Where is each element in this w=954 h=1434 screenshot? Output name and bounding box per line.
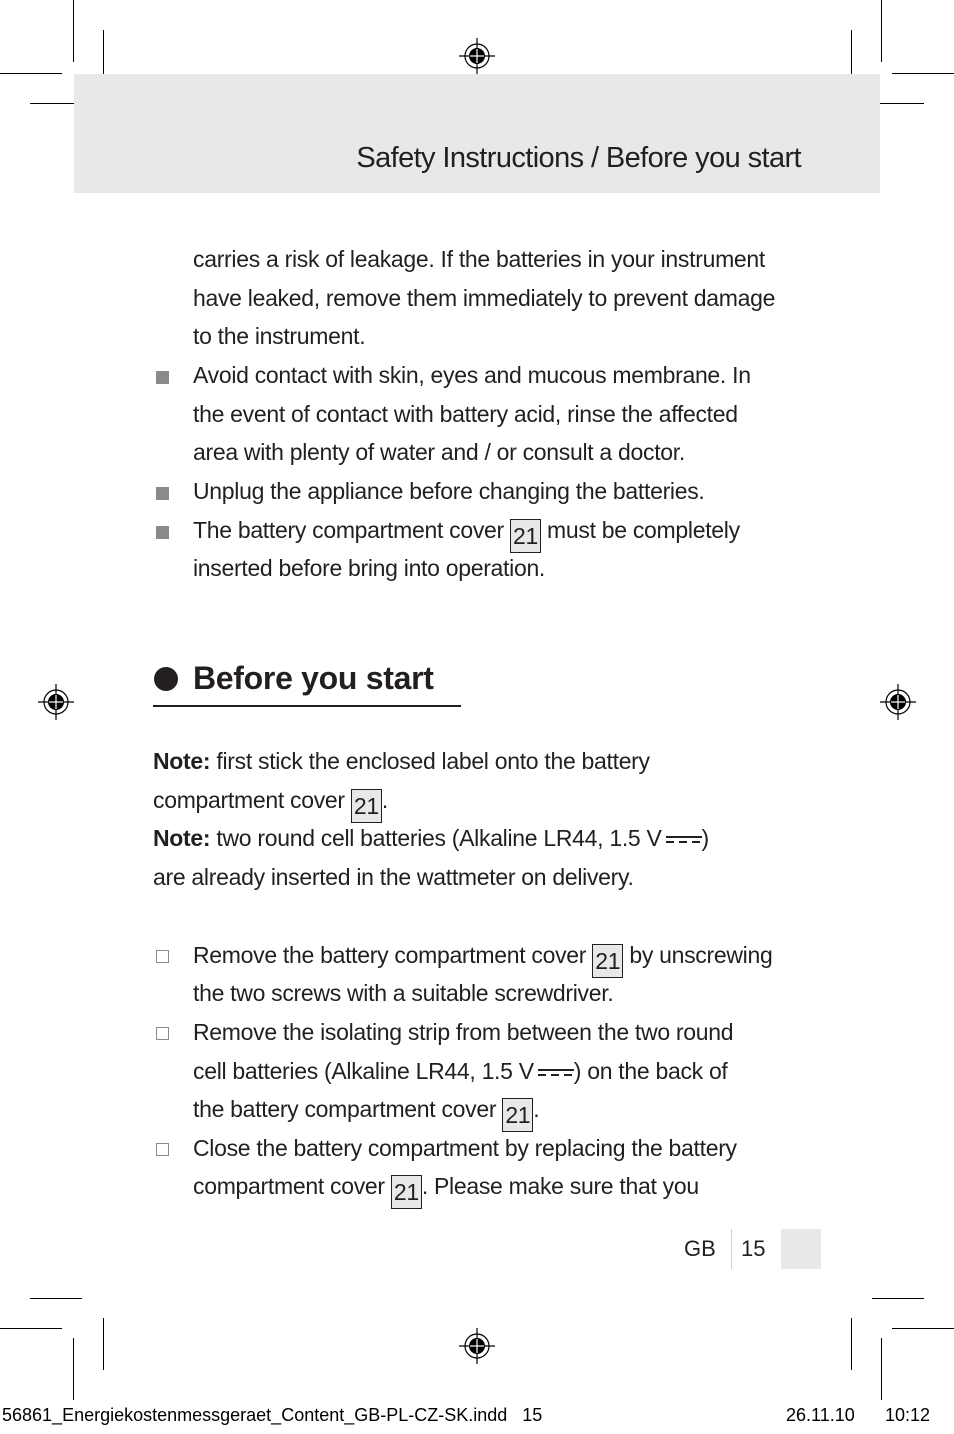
list-item-line: Avoid contact with skin, eyes and mucous… (193, 362, 751, 388)
dc-symbol-icon (537, 1067, 574, 1077)
registration-mark-icon (38, 684, 74, 720)
step-line: Remove the battery compartment cover 21 … (193, 936, 773, 978)
crop-mark (73, 0, 74, 62)
page-number: 15 (741, 1236, 766, 1261)
section-underline (153, 705, 461, 707)
note-line: compartment cover 21. (153, 781, 388, 823)
text: The battery compartment cover (193, 517, 504, 543)
step-line: the battery compartment cover 21. (193, 1090, 540, 1132)
step-line: Remove the isolating strip from between … (193, 1019, 734, 1045)
step-line: compartment cover 21. Please make sure t… (193, 1167, 699, 1209)
crop-mark (0, 73, 62, 74)
slug-filename: 56861_Energiekostenmessgeraet_Content_GB… (2, 1405, 543, 1425)
text: . (381, 787, 388, 813)
crop-mark (30, 1298, 82, 1299)
checkbox-bullet-icon (156, 1027, 169, 1040)
note-line: Note: two round cell batteries (Alkaline… (153, 819, 709, 858)
crop-mark (872, 1298, 924, 1299)
header-band (74, 74, 880, 193)
note-line: are already inserted in the wattmeter on… (153, 864, 634, 890)
crop-mark (892, 73, 954, 74)
text: by unscrewing (629, 942, 773, 968)
text: two round cell batteries (Alkaline LR44,… (216, 825, 662, 851)
text: compartment cover (193, 1173, 385, 1199)
part-reference-badge: 21 (502, 1098, 534, 1132)
footer-divider (731, 1229, 732, 1269)
list-item-line: area with plenty of water and / or consu… (193, 439, 685, 465)
text: must be completely (547, 517, 740, 543)
text: ) on the back of (573, 1058, 728, 1084)
registration-mark-icon (459, 1328, 495, 1364)
text: first stick the enclosed label onto the … (216, 748, 650, 774)
paragraph-line: carries a risk of leakage. If the batter… (193, 246, 765, 272)
crop-mark (851, 1318, 852, 1370)
list-item-line: the event of contact with battery acid, … (193, 401, 738, 427)
crop-mark (103, 1318, 104, 1370)
crop-mark (892, 1328, 954, 1329)
text: compartment cover (153, 787, 345, 813)
checkbox-bullet-icon (156, 950, 169, 963)
text: . Please make sure that you (421, 1173, 699, 1199)
part-reference-badge: 21 (390, 1175, 422, 1209)
step-line: the two screws with a suitable screwdriv… (193, 980, 614, 1006)
paragraph-line: to the instrument. (193, 323, 366, 349)
note-label: Note: (153, 748, 211, 774)
dc-symbol-icon (665, 834, 702, 844)
list-item-line: inserted before bring into operation. (193, 555, 546, 581)
note-line: Note: first stick the enclosed label ont… (153, 742, 650, 781)
section-bullet-icon (154, 667, 178, 691)
crop-mark (881, 0, 882, 62)
square-bullet-icon (156, 487, 169, 500)
text: the battery compartment cover (193, 1096, 497, 1122)
step-line: Close the battery compartment by replaci… (193, 1135, 737, 1161)
registration-mark-icon (459, 38, 495, 74)
checkbox-bullet-icon (156, 1143, 169, 1156)
text: . (533, 1096, 540, 1122)
section-heading: Before you start (193, 660, 434, 696)
square-bullet-icon (156, 526, 169, 539)
footer-tab (781, 1229, 821, 1269)
slug-time: 10:12 (885, 1405, 931, 1425)
crop-mark (881, 1338, 882, 1400)
step-line: cell batteries (Alkaline LR44, 1.5 V ) on… (193, 1052, 728, 1091)
note-label: Note: (153, 825, 211, 851)
list-item-line: Unplug the appliance before changing the… (193, 478, 705, 504)
footer-language: GB (684, 1236, 716, 1261)
text: cell batteries (Alkaline LR44, 1.5 V (193, 1058, 534, 1084)
part-reference-badge: 21 (350, 789, 382, 823)
list-item-line: The battery compartment cover 21 must be… (193, 511, 740, 553)
paragraph-line: have leaked, remove them immediately to … (193, 285, 776, 311)
crop-mark (0, 1328, 62, 1329)
text: Remove the battery compartment cover (193, 942, 587, 968)
registration-mark-icon (880, 684, 916, 720)
part-reference-badge: 21 (592, 944, 624, 978)
slug-date: 26.11.10 (786, 1405, 855, 1425)
part-reference-badge: 21 (509, 519, 541, 553)
crop-mark (73, 1338, 74, 1400)
page-header-title: Safety Instructions / Before you start (356, 142, 801, 174)
text: ) (701, 825, 710, 851)
square-bullet-icon (156, 371, 169, 384)
